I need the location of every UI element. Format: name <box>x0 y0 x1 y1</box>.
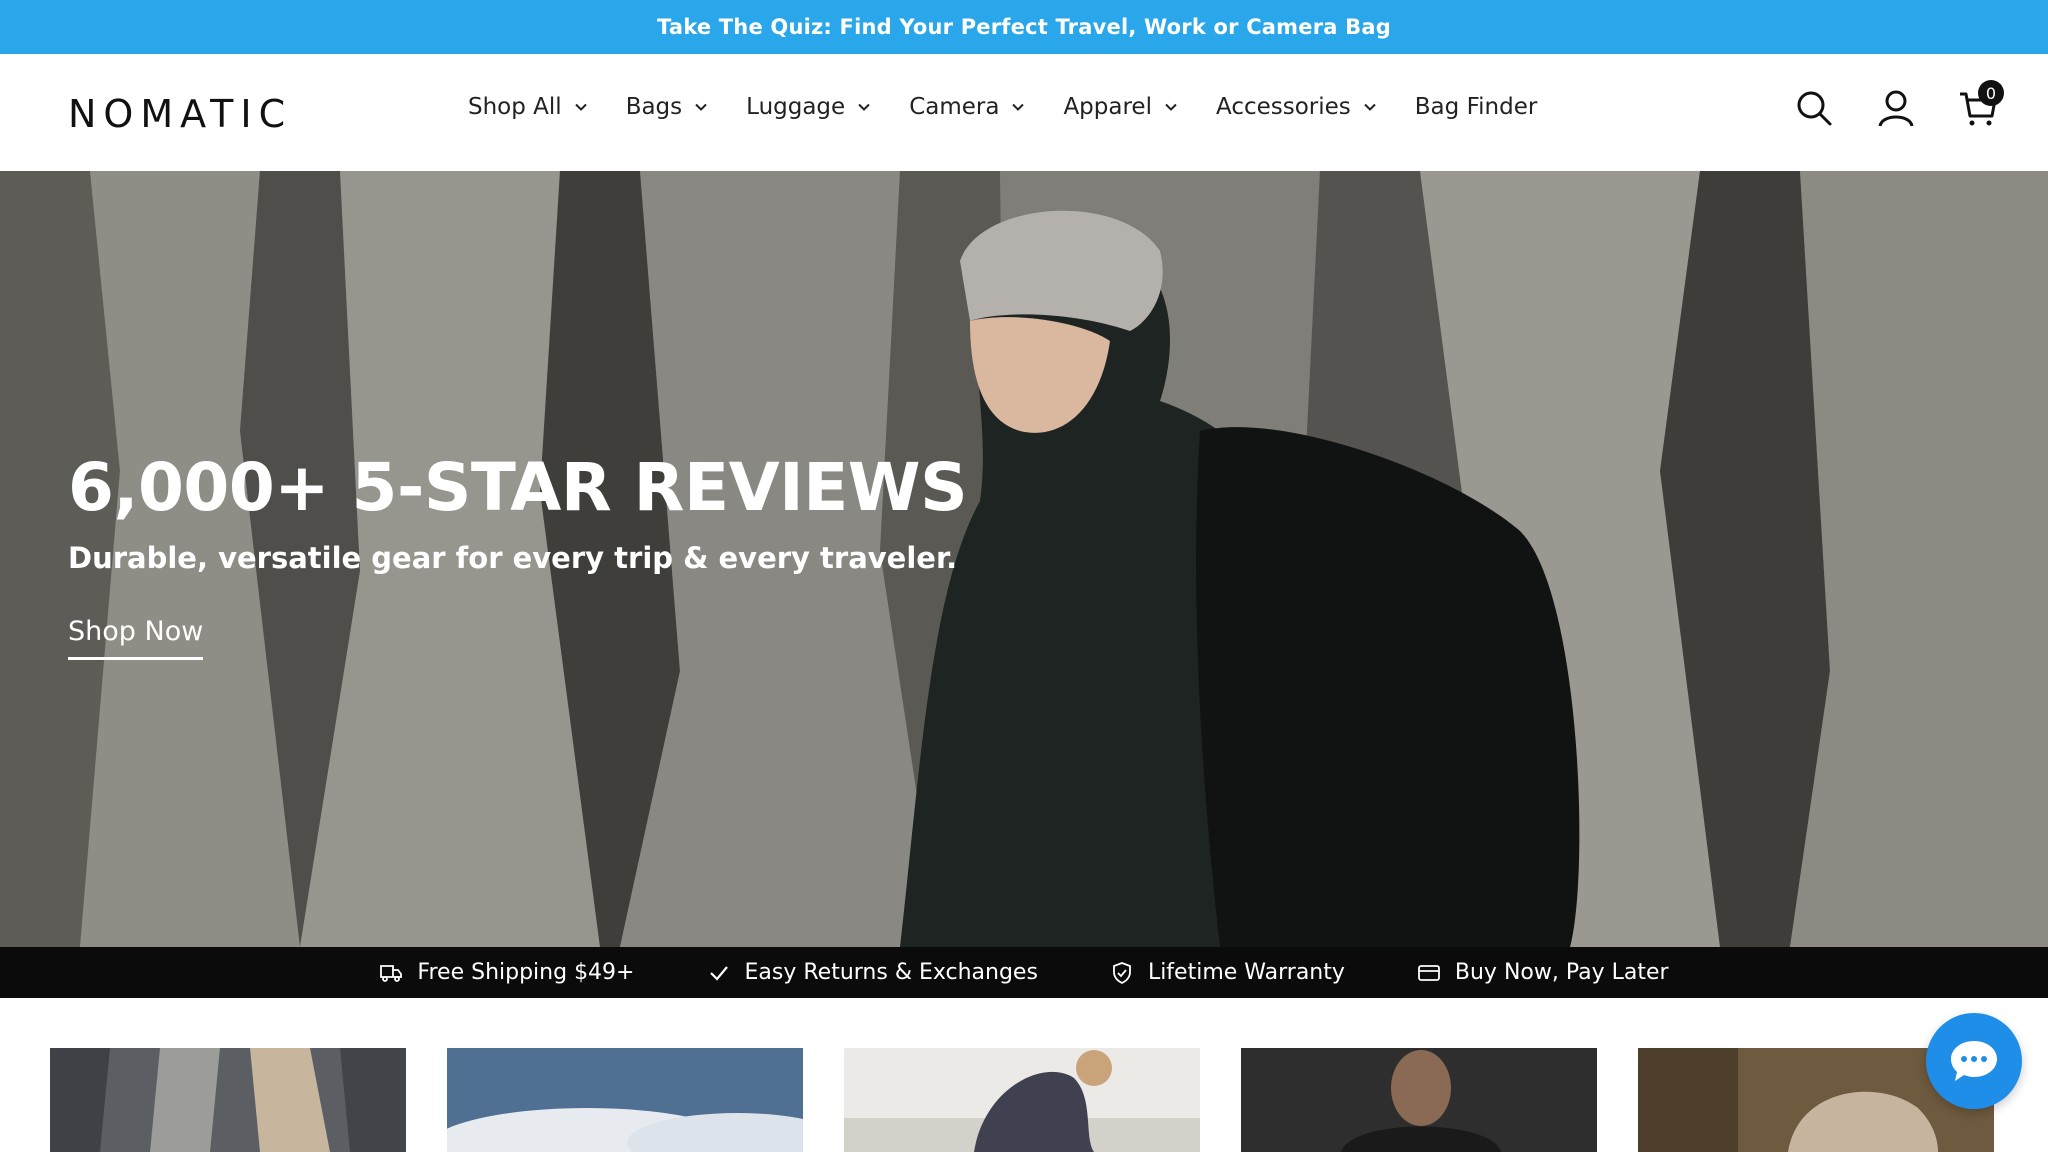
search-icon <box>1797 91 1832 126</box>
category-tile-image <box>447 1048 803 1152</box>
logo[interactable]: NOMATIC <box>68 92 292 136</box>
nav-item-label: Luggage <box>746 94 846 120</box>
usp-lifetime-warranty: Lifetime Warranty <box>1110 960 1345 985</box>
usp-bar: Free Shipping $49+ Easy Returns & Exchan… <box>0 947 2048 998</box>
chat-button[interactable] <box>1926 1013 2022 1109</box>
usp-label: Lifetime Warranty <box>1147 960 1345 985</box>
usp-label: Buy Now, Pay Later <box>1454 960 1669 985</box>
usp-buy-now-pay-later: Buy Now, Pay Later <box>1417 960 1669 985</box>
usp-label: Free Shipping $49+ <box>417 960 635 985</box>
nav-item-label: Camera <box>909 94 1000 120</box>
chevron-down-icon <box>574 103 587 111</box>
nav-item-luggage[interactable]: Luggage <box>746 94 871 120</box>
category-tile-image <box>50 1048 406 1152</box>
search-button[interactable] <box>1794 88 1834 128</box>
category-tile[interactable] <box>50 1048 406 1152</box>
hero-subtitle: Durable, versatile gear for every trip &… <box>68 541 958 575</box>
nav-item-apparel[interactable]: Apparel <box>1063 94 1178 120</box>
usp-label: Easy Returns & Exchanges <box>744 960 1038 985</box>
chevron-down-icon <box>1012 103 1025 111</box>
hero-banner[interactable]: 6,000+ 5-STAR REVIEWS Durable, versatile… <box>0 171 2048 947</box>
nav-item-bag-finder[interactable]: Bag Finder <box>1415 94 1538 120</box>
cart-count-badge: 0 <box>1978 80 2004 106</box>
site-header: NOMATIC Shop All Bags Luggage Camera App… <box>0 54 2048 171</box>
category-tile-image <box>844 1048 1200 1152</box>
nav-item-label: Shop All <box>468 94 562 120</box>
category-tile-image <box>1241 1048 1597 1152</box>
chevron-down-icon <box>1165 103 1177 111</box>
chevron-down-icon <box>1364 103 1376 111</box>
nav-item-accessories[interactable]: Accessories <box>1216 94 1377 120</box>
category-tiles <box>50 1048 1994 1152</box>
usp-easy-returns: Easy Returns & Exchanges <box>707 960 1038 985</box>
chat-bubble-icon <box>1951 1041 1997 1081</box>
main-nav: Shop All Bags Luggage Camera Apparel Acc… <box>468 94 1575 120</box>
account-icon <box>1878 90 1914 127</box>
nav-item-label: Bag Finder <box>1414 94 1538 120</box>
credit-card-icon <box>1417 964 1440 981</box>
nav-item-bags[interactable]: Bags <box>626 94 708 120</box>
shipping-truck-icon <box>380 964 403 982</box>
nav-item-label: Apparel <box>1063 94 1152 120</box>
nav-item-label: Accessories <box>1215 94 1351 120</box>
shop-now-button[interactable]: Shop Now <box>68 616 204 660</box>
nav-item-label: Bags <box>625 94 683 120</box>
shield-icon <box>1113 961 1131 984</box>
nav-item-camera[interactable]: Camera <box>909 94 1025 120</box>
category-tile[interactable] <box>844 1048 1200 1152</box>
cart-button[interactable]: 0 <box>1958 80 2004 128</box>
nav-item-shop-all[interactable]: Shop All <box>468 94 588 120</box>
hero-title: 6,000+ 5-STAR REVIEWS <box>68 449 968 526</box>
category-tile[interactable] <box>1241 1048 1597 1152</box>
category-tile[interactable] <box>447 1048 803 1152</box>
header-actions: 0 <box>1794 80 2004 128</box>
account-button[interactable] <box>1876 88 1916 128</box>
chevron-down-icon <box>695 103 707 111</box>
usp-free-shipping: Free Shipping $49+ <box>379 960 635 985</box>
announcement-text[interactable]: Take The Quiz: Find Your Perfect Travel,… <box>657 15 1391 39</box>
chevron-down-icon <box>858 103 870 111</box>
check-icon <box>709 965 728 981</box>
announcement-bar[interactable]: Take The Quiz: Find Your Perfect Travel,… <box>0 0 2048 54</box>
